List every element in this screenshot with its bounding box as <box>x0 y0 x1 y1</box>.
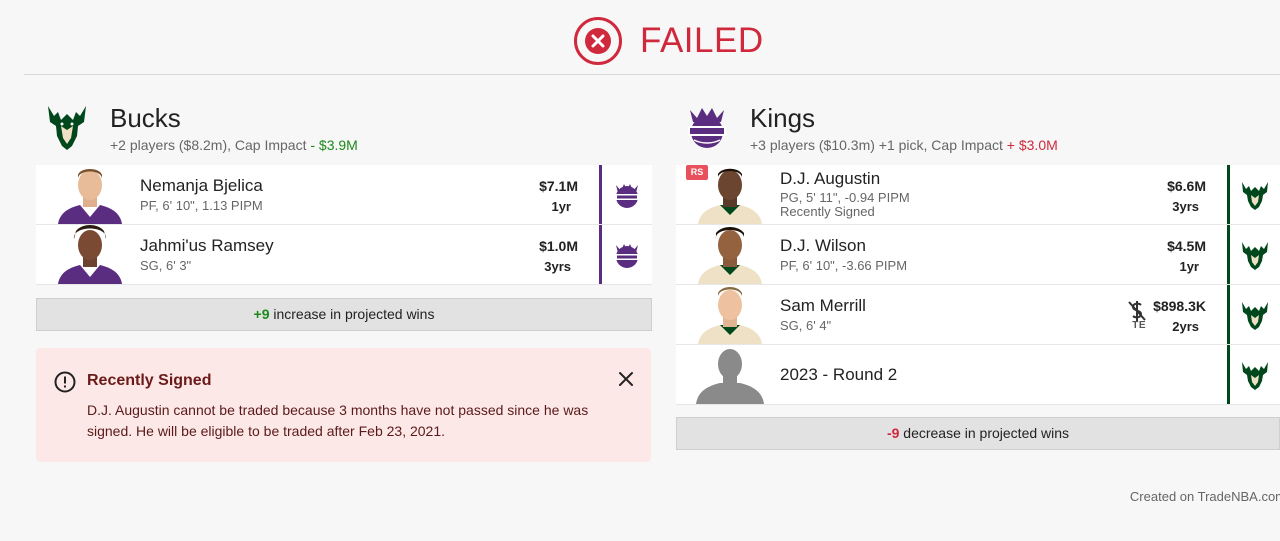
projected-wins-bar: +9 increase in projected wins <box>36 298 652 331</box>
player-row[interactable]: Sam Merrill SG, 6' 4" TE $898.3K 2yrs <box>676 285 1280 345</box>
player-years: 2yrs <box>1172 319 1199 334</box>
player-row[interactable]: Jahmi'us Ramsey SG, 6' 3" $1.0M 3yrs <box>36 225 652 285</box>
destination-bucks <box>1227 165 1280 224</box>
player-years: 3yrs <box>1172 199 1199 214</box>
team-summary-text: +3 players ($10.3m) +1 pick, Cap Impact <box>750 137 1003 153</box>
player-salary: $1.0M <box>539 238 578 254</box>
destination-bucks <box>1227 285 1280 344</box>
team-name: Kings <box>750 103 816 133</box>
bucks-logo-icon <box>1242 362 1268 390</box>
x-circle-icon <box>574 17 622 65</box>
alert-title: Recently Signed <box>87 372 212 389</box>
player-row[interactable]: Nemanja Bjelica PF, 6' 10", 1.13 PIPM $7… <box>36 165 652 225</box>
player-salary: $6.6M <box>1167 178 1206 194</box>
team-header: Bucks +2 players ($8.2m), Cap Impact - $… <box>36 100 652 160</box>
player-name: Sam Merrill <box>780 296 866 315</box>
player-photo <box>58 225 122 284</box>
player-name: Nemanja Bjelica <box>140 176 263 195</box>
player-meta: PF, 6' 10", 1.13 PIPM <box>140 198 263 213</box>
wins-change-text: increase in projected wins <box>273 306 435 322</box>
team-summary-text: +2 players ($8.2m), Cap Impact <box>110 137 307 153</box>
destination-bucks <box>1227 225 1280 284</box>
player-meta: PG, 5' 11", -0.94 PIPM <box>780 190 910 205</box>
draft-pick-row[interactable]: 2023 - Round 2 <box>676 345 1280 405</box>
team-panel-kings: Kings +3 players ($10.3m) +1 pick, Cap I… <box>676 100 1280 450</box>
destination-kings <box>599 165 652 224</box>
destination-kings <box>599 225 652 284</box>
player-years: 1yr <box>551 199 571 214</box>
player-row[interactable]: D.J. Wilson PF, 6' 10", -3.66 PIPM $4.5M… <box>676 225 1280 285</box>
projected-wins-bar: -9 decrease in projected wins <box>676 417 1280 450</box>
recently-signed-badge: RS <box>686 165 708 180</box>
bucks-logo-icon <box>48 106 86 150</box>
exclamation-circle-icon <box>54 371 76 393</box>
alert-message: D.J. Augustin cannot be traded because 3… <box>87 402 589 439</box>
player-meta: PF, 6' 10", -3.66 PIPM <box>780 258 908 273</box>
trade-status-header: FAILED <box>0 0 1280 75</box>
player-photo <box>698 227 762 284</box>
cap-impact-value: - $3.9M <box>310 137 358 153</box>
wins-change-value: +9 <box>253 306 270 322</box>
team-summary: +2 players ($8.2m), Cap Impact - $3.9M <box>110 137 358 153</box>
recently-signed-alert: Recently Signed D.J. Augustin cannot be … <box>36 348 651 462</box>
wins-change-value: -9 <box>886 425 900 441</box>
player-salary: $4.5M <box>1167 238 1206 254</box>
player-salary: $7.1M <box>539 178 578 194</box>
bucks-logo-icon <box>1242 242 1268 270</box>
player-list: RS D.J. Augustin PG, 5' 11", -0.94 PIPM … <box>676 165 1280 405</box>
kings-logo-icon <box>615 184 639 208</box>
team-name: Bucks <box>110 103 181 133</box>
kings-logo-icon <box>615 244 639 268</box>
player-name: D.J. Wilson <box>780 236 866 255</box>
team-panel-bucks: Bucks +2 players ($8.2m), Cap Impact - $… <box>36 100 652 331</box>
player-name: Jahmi'us Ramsey <box>140 236 274 255</box>
player-photo <box>58 169 122 224</box>
status-label: FAILED <box>640 21 764 60</box>
player-meta: SG, 6' 4" <box>780 318 832 333</box>
trade-exception-label: TE <box>1132 320 1146 331</box>
player-name: D.J. Augustin <box>780 169 881 188</box>
wins-change-text: decrease in projected wins <box>903 425 1070 441</box>
player-years: 3yrs <box>544 259 571 274</box>
team-summary: +3 players ($10.3m) +1 pick, Cap Impact … <box>750 137 1058 153</box>
player-meta: SG, 6' 3" <box>140 258 192 273</box>
bucks-logo-icon <box>1242 302 1268 330</box>
player-photo <box>698 287 762 344</box>
bucks-logo-icon <box>1242 182 1268 210</box>
footer-credit: Created on TradeNBA.com <box>1129 489 1280 504</box>
close-icon[interactable] <box>617 370 635 388</box>
silhouette-icon <box>696 349 764 404</box>
team-header: Kings +3 players ($10.3m) +1 pick, Cap I… <box>676 100 1280 160</box>
destination-bucks <box>1227 345 1280 404</box>
player-row[interactable]: RS D.J. Augustin PG, 5' 11", -0.94 PIPM … <box>676 165 1280 225</box>
cap-impact-value: + $3.0M <box>1006 137 1058 153</box>
pick-name: 2023 - Round 2 <box>780 365 898 384</box>
player-salary: $898.3K <box>1153 298 1206 314</box>
player-list: Nemanja Bjelica PF, 6' 10", 1.13 PIPM $7… <box>36 165 652 285</box>
player-status: Recently Signed <box>780 204 875 219</box>
kings-logo-icon <box>688 108 726 148</box>
header-divider <box>24 74 1280 75</box>
player-years: 1yr <box>1179 259 1199 274</box>
